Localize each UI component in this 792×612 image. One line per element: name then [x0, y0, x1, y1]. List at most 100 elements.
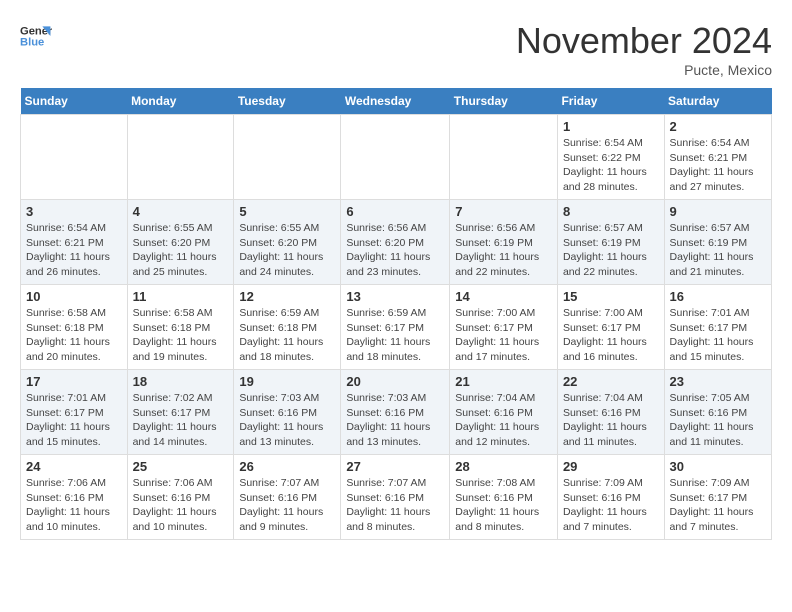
day-info: Sunrise: 7:01 AM Sunset: 6:17 PM Dayligh… — [26, 391, 122, 450]
day-number: 25 — [133, 459, 229, 474]
day-info: Sunrise: 7:03 AM Sunset: 6:16 PM Dayligh… — [346, 391, 444, 450]
calendar-day-cell: 15 Sunrise: 7:00 AM Sunset: 6:17 PM Dayli… — [557, 285, 664, 370]
day-info: Sunrise: 7:09 AM Sunset: 6:17 PM Dayligh… — [670, 476, 766, 535]
month-title: November 2024 — [516, 20, 772, 62]
calendar-day-cell: 20 Sunrise: 7:03 AM Sunset: 6:16 PM Dayli… — [341, 370, 450, 455]
svg-text:Blue: Blue — [20, 37, 44, 49]
day-number: 8 — [563, 204, 659, 219]
day-info: Sunrise: 7:07 AM Sunset: 6:16 PM Dayligh… — [346, 476, 444, 535]
calendar-day-cell: 29 Sunrise: 7:09 AM Sunset: 6:16 PM Dayli… — [557, 455, 664, 540]
calendar-day-cell: 3 Sunrise: 6:54 AM Sunset: 6:21 PM Daylig… — [21, 200, 128, 285]
logo: General Blue — [20, 20, 52, 52]
calendar-table: SundayMondayTuesdayWednesdayThursdayFrid… — [20, 88, 772, 540]
day-number: 20 — [346, 374, 444, 389]
calendar-week-row: 17Sunrise: 7:01 AM Sunset: 6:17 PM Dayli… — [21, 370, 772, 455]
calendar-day-cell: 8 Sunrise: 6:57 AM Sunset: 6:19 PM Daylig… — [557, 200, 664, 285]
calendar-day-cell — [127, 115, 234, 200]
day-of-week-header: Thursday — [450, 88, 558, 115]
day-of-week-header: Wednesday — [341, 88, 450, 115]
day-info: Sunrise: 6:58 AM Sunset: 6:18 PM Dayligh… — [133, 306, 229, 365]
calendar-day-cell: 24Sunrise: 7:06 AM Sunset: 6:16 PM Dayli… — [21, 455, 128, 540]
calendar-day-cell: 26Sunrise: 7:07 AM Sunset: 6:16 PM Dayli… — [234, 455, 341, 540]
day-info: Sunrise: 7:01 AM Sunset: 6:17 PM Dayligh… — [670, 306, 766, 365]
day-of-week-header: Friday — [557, 88, 664, 115]
day-of-week-header: Saturday — [664, 88, 771, 115]
day-info: Sunrise: 7:05 AM Sunset: 6:16 PM Dayligh… — [670, 391, 766, 450]
day-info: Sunrise: 7:09 AM Sunset: 6:16 PM Dayligh… — [563, 476, 659, 535]
calendar-day-cell: 23 Sunrise: 7:05 AM Sunset: 6:16 PM Dayli… — [664, 370, 771, 455]
calendar-day-cell: 6Sunrise: 6:56 AM Sunset: 6:20 PM Daylig… — [341, 200, 450, 285]
page-header: General Blue November 2024 Pucte, Mexico — [20, 20, 772, 78]
day-info: Sunrise: 6:56 AM Sunset: 6:19 PM Dayligh… — [455, 221, 552, 280]
calendar-day-cell: 2 Sunrise: 6:54 AM Sunset: 6:21 PM Daylig… — [664, 115, 771, 200]
calendar-day-cell: 28 Sunrise: 7:08 AM Sunset: 6:16 PM Dayli… — [450, 455, 558, 540]
day-number: 30 — [670, 459, 766, 474]
day-number: 4 — [133, 204, 229, 219]
calendar-day-cell: 10 Sunrise: 6:58 AM Sunset: 6:18 PM Dayli… — [21, 285, 128, 370]
day-number: 10 — [26, 289, 122, 304]
day-number: 19 — [239, 374, 335, 389]
day-number: 16 — [670, 289, 766, 304]
day-info: Sunrise: 7:00 AM Sunset: 6:17 PM Dayligh… — [563, 306, 659, 365]
calendar-day-cell: 12Sunrise: 6:59 AM Sunset: 6:18 PM Dayli… — [234, 285, 341, 370]
day-info: Sunrise: 7:02 AM Sunset: 6:17 PM Dayligh… — [133, 391, 229, 450]
calendar-body: 1 Sunrise: 6:54 AM Sunset: 6:22 PM Daylig… — [21, 115, 772, 540]
day-number: 23 — [670, 374, 766, 389]
day-info: Sunrise: 6:54 AM Sunset: 6:21 PM Dayligh… — [26, 221, 122, 280]
day-number: 1 — [563, 119, 659, 134]
day-info: Sunrise: 6:57 AM Sunset: 6:19 PM Dayligh… — [563, 221, 659, 280]
day-of-week-header: Sunday — [21, 88, 128, 115]
day-number: 26 — [239, 459, 335, 474]
day-number: 9 — [670, 204, 766, 219]
day-info: Sunrise: 6:55 AM Sunset: 6:20 PM Dayligh… — [239, 221, 335, 280]
title-block: November 2024 Pucte, Mexico — [516, 20, 772, 78]
calendar-day-cell: 21 Sunrise: 7:04 AM Sunset: 6:16 PM Dayli… — [450, 370, 558, 455]
day-number: 3 — [26, 204, 122, 219]
day-number: 7 — [455, 204, 552, 219]
calendar-day-cell: 9 Sunrise: 6:57 AM Sunset: 6:19 PM Daylig… — [664, 200, 771, 285]
day-number: 6 — [346, 204, 444, 219]
calendar-day-cell: 7 Sunrise: 6:56 AM Sunset: 6:19 PM Daylig… — [450, 200, 558, 285]
calendar-day-cell: 14Sunrise: 7:00 AM Sunset: 6:17 PM Dayli… — [450, 285, 558, 370]
calendar-day-cell: 22Sunrise: 7:04 AM Sunset: 6:16 PM Dayli… — [557, 370, 664, 455]
day-info: Sunrise: 7:04 AM Sunset: 6:16 PM Dayligh… — [455, 391, 552, 450]
day-number: 14 — [455, 289, 552, 304]
day-number: 21 — [455, 374, 552, 389]
day-info: Sunrise: 6:58 AM Sunset: 6:18 PM Dayligh… — [26, 306, 122, 365]
day-info: Sunrise: 7:04 AM Sunset: 6:16 PM Dayligh… — [563, 391, 659, 450]
day-number: 28 — [455, 459, 552, 474]
calendar-day-cell — [450, 115, 558, 200]
day-info: Sunrise: 6:54 AM Sunset: 6:21 PM Dayligh… — [670, 136, 766, 195]
day-info: Sunrise: 7:03 AM Sunset: 6:16 PM Dayligh… — [239, 391, 335, 450]
day-info: Sunrise: 6:54 AM Sunset: 6:22 PM Dayligh… — [563, 136, 659, 195]
calendar-day-cell: 5 Sunrise: 6:55 AM Sunset: 6:20 PM Daylig… — [234, 200, 341, 285]
day-number: 27 — [346, 459, 444, 474]
calendar-day-cell: 4Sunrise: 6:55 AM Sunset: 6:20 PM Daylig… — [127, 200, 234, 285]
calendar-header-row: SundayMondayTuesdayWednesdayThursdayFrid… — [21, 88, 772, 115]
day-info: Sunrise: 6:57 AM Sunset: 6:19 PM Dayligh… — [670, 221, 766, 280]
day-number: 13 — [346, 289, 444, 304]
day-info: Sunrise: 7:06 AM Sunset: 6:16 PM Dayligh… — [133, 476, 229, 535]
day-number: 11 — [133, 289, 229, 304]
day-number: 29 — [563, 459, 659, 474]
location-subtitle: Pucte, Mexico — [516, 62, 772, 78]
calendar-day-cell — [21, 115, 128, 200]
calendar-week-row: 3 Sunrise: 6:54 AM Sunset: 6:21 PM Daylig… — [21, 200, 772, 285]
day-number: 2 — [670, 119, 766, 134]
calendar-day-cell: 25 Sunrise: 7:06 AM Sunset: 6:16 PM Dayli… — [127, 455, 234, 540]
day-number: 18 — [133, 374, 229, 389]
calendar-day-cell: 27 Sunrise: 7:07 AM Sunset: 6:16 PM Dayli… — [341, 455, 450, 540]
calendar-day-cell: 30 Sunrise: 7:09 AM Sunset: 6:17 PM Dayli… — [664, 455, 771, 540]
calendar-week-row: 10 Sunrise: 6:58 AM Sunset: 6:18 PM Dayli… — [21, 285, 772, 370]
calendar-day-cell: 16 Sunrise: 7:01 AM Sunset: 6:17 PM Dayli… — [664, 285, 771, 370]
day-number: 5 — [239, 204, 335, 219]
day-info: Sunrise: 7:08 AM Sunset: 6:16 PM Dayligh… — [455, 476, 552, 535]
day-info: Sunrise: 6:59 AM Sunset: 6:17 PM Dayligh… — [346, 306, 444, 365]
calendar-day-cell: 13 Sunrise: 6:59 AM Sunset: 6:17 PM Dayli… — [341, 285, 450, 370]
day-number: 12 — [239, 289, 335, 304]
day-number: 15 — [563, 289, 659, 304]
calendar-day-cell: 1 Sunrise: 6:54 AM Sunset: 6:22 PM Daylig… — [557, 115, 664, 200]
calendar-week-row: 24Sunrise: 7:06 AM Sunset: 6:16 PM Dayli… — [21, 455, 772, 540]
day-info: Sunrise: 7:06 AM Sunset: 6:16 PM Dayligh… — [26, 476, 122, 535]
calendar-day-cell — [234, 115, 341, 200]
